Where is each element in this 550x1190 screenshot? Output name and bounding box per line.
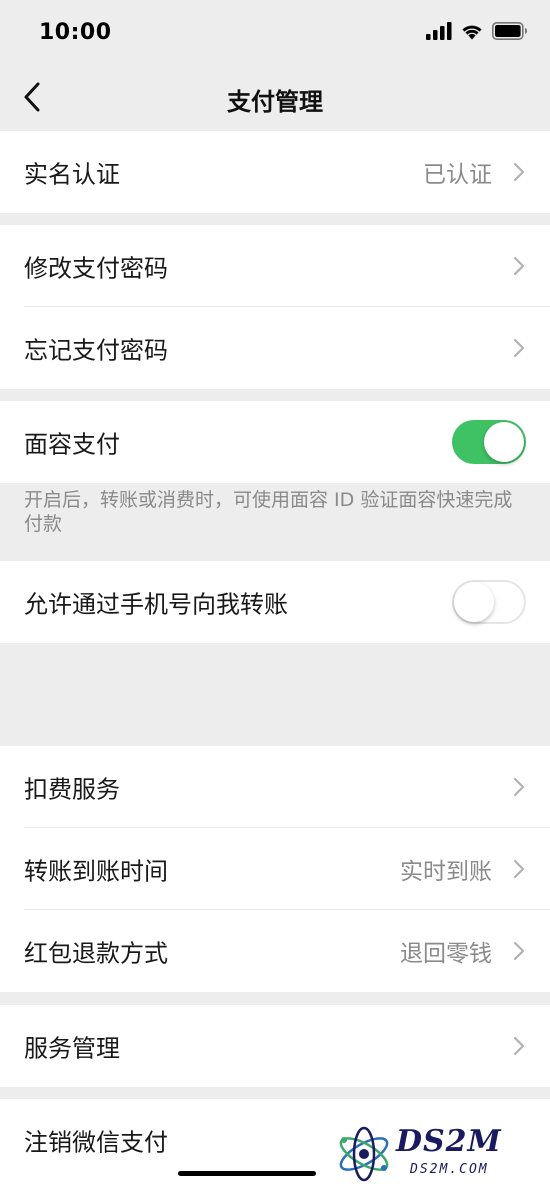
watermark-domain: DS2M.COM: [410, 1162, 489, 1177]
wifi-icon: [462, 25, 482, 40]
row-label: 注销微信支付: [24, 1128, 168, 1157]
toggle-knob: [454, 582, 494, 622]
group-face-pay: 面容支付: [0, 401, 550, 483]
cellular-signal-icon: [426, 22, 452, 40]
face-pay-toggle[interactable]: [452, 420, 526, 464]
row-transfer-time[interactable]: 转账到账时间 实时到账: [0, 828, 550, 910]
row-label: 红包退款方式: [24, 939, 168, 968]
row-face-pay: 面容支付: [0, 401, 550, 483]
row-label: 扣费服务: [24, 775, 120, 804]
chevron-right-icon: [513, 941, 525, 961]
row-phone-transfer: 允许通过手机号向我转账: [0, 561, 550, 643]
row-label: 服务管理: [24, 1034, 120, 1063]
home-indicator[interactable]: [178, 1171, 316, 1176]
row-value: 已认证: [423, 162, 492, 188]
chevron-right-icon: [513, 256, 525, 276]
phone-transfer-toggle[interactable]: [452, 580, 526, 624]
status-time: 10:00: [39, 20, 112, 45]
chevron-right-icon: [513, 859, 525, 879]
status-icons: [426, 22, 528, 40]
chevron-right-icon: [513, 338, 525, 358]
row-value: 实时到账: [400, 859, 492, 885]
group-password: 修改支付密码 忘记支付密码: [0, 225, 550, 389]
row-label: 实名认证: [24, 160, 120, 189]
face-pay-hint: 开启后，转账或消费时，可使用面容 ID 验证面容快速完成付款: [24, 489, 513, 535]
status-bar: 10:00: [0, 0, 550, 66]
watermark-logo: DS2M DS2M.COM: [330, 1118, 545, 1186]
group-phone-transfer: 允许通过手机号向我转账: [0, 561, 550, 643]
chevron-right-icon: [513, 162, 525, 182]
row-value: 退回零钱: [400, 941, 492, 967]
row-red-packet-refund[interactable]: 红包退款方式 退回零钱: [0, 910, 550, 992]
atom-logo-icon: [339, 1126, 389, 1182]
group-service-mgmt: 服务管理: [0, 1005, 550, 1087]
row-service-mgmt[interactable]: 服务管理: [0, 1005, 550, 1087]
chevron-right-icon: [513, 1036, 525, 1056]
row-change-password[interactable]: 修改支付密码: [0, 225, 550, 307]
toggle-knob: [484, 422, 524, 462]
group-real-name: 实名认证 已认证: [0, 131, 550, 213]
row-label: 忘记支付密码: [24, 336, 168, 365]
page-title: 支付管理: [227, 88, 323, 116]
row-label: 转账到账时间: [24, 857, 168, 886]
battery-icon: [492, 22, 527, 40]
row-real-name[interactable]: 实名认证 已认证: [0, 131, 550, 213]
group-services: 扣费服务 转账到账时间 实时到账 红包退款方式 退回零钱: [0, 746, 550, 992]
watermark-brand: DS2M: [396, 1124, 502, 1159]
row-forgot-password[interactable]: 忘记支付密码: [0, 307, 550, 389]
chevron-right-icon: [513, 777, 525, 797]
row-label: 允许通过手机号向我转账: [24, 590, 288, 619]
row-deduction[interactable]: 扣费服务: [0, 746, 550, 828]
nav-bar: 支付管理: [0, 66, 550, 130]
row-label: 面容支付: [24, 430, 120, 459]
row-label: 修改支付密码: [24, 254, 168, 283]
